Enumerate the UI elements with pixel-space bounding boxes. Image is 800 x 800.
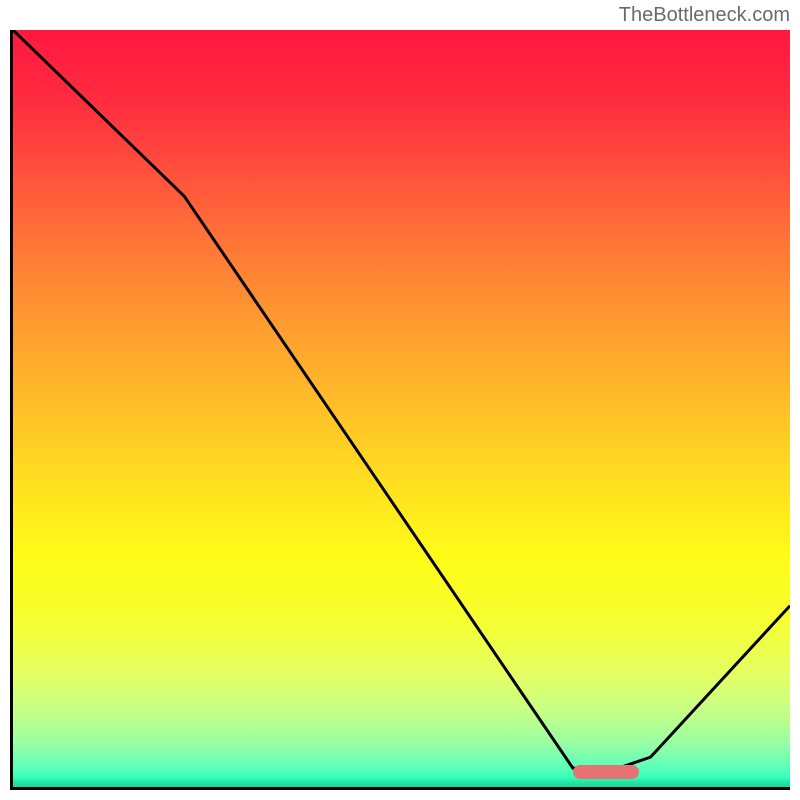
chart-area [10, 30, 790, 790]
bottleneck-curve-path [13, 30, 790, 768]
bottleneck-curve-svg [13, 30, 790, 787]
watermark-text: TheBottleneck.com [619, 4, 790, 27]
optimal-range-marker [573, 765, 639, 779]
